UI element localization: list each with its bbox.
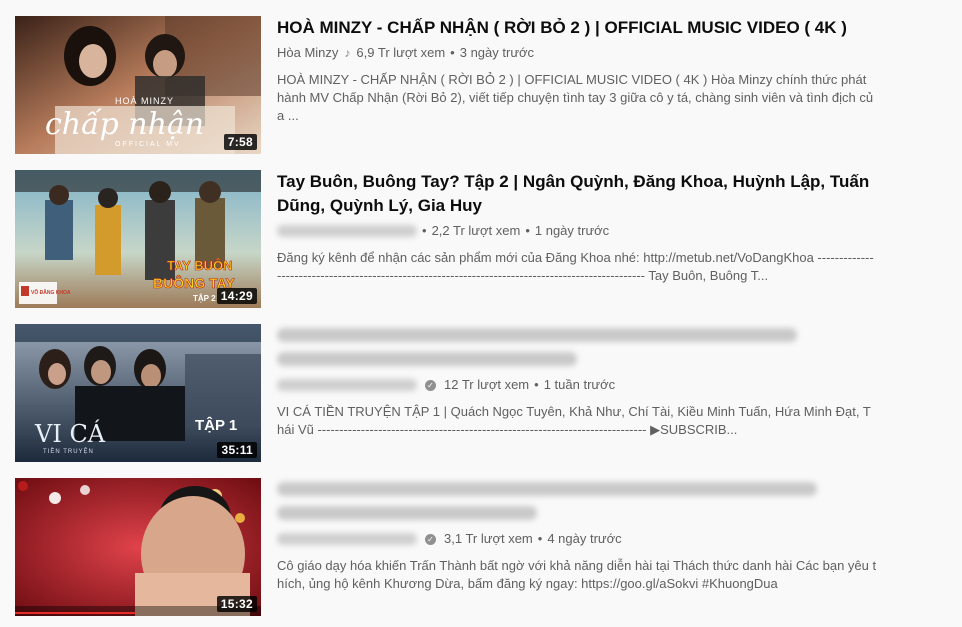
video-thumbnail[interactable]: HOÀ MINZY chấp nhận OFFICIAL MV 7:58 — [15, 16, 261, 154]
video-thumbnail[interactable]: VÕ ĐĂNG KHOA TAY BUÔN BUÔNG TAY TẬP 2 14… — [15, 170, 261, 308]
thumb-title-text: chấp nhận — [45, 107, 204, 142]
upload-age: 1 ngày trước — [534, 223, 610, 238]
view-count: 3,1 Tr lượt xem — [444, 531, 533, 546]
view-count: 12 Tr lượt xem — [444, 377, 530, 392]
duration-badge: 7:58 — [223, 134, 257, 150]
video-title[interactable]: Tay Buôn, Buông Tay? Tập 2 | Ngân Quỳnh,… — [277, 170, 887, 218]
video-meta: ✓ 3,1 Tr lượt xem • 4 ngày trước Cô giáo… — [277, 478, 887, 593]
music-note-icon: ♪ — [344, 46, 351, 60]
video-title-redacted[interactable] — [277, 352, 577, 366]
video-meta: HOÀ MINZY - CHẤP NHẬN ( RỜI BỎ 2 ) | OFF… — [277, 16, 887, 125]
upload-age: 3 ngày trước — [459, 45, 535, 60]
duration-badge: 35:11 — [217, 442, 257, 458]
video-result: VÕ ĐĂNG KHOA TAY BUÔN BUÔNG TAY TẬP 2 14… — [15, 170, 955, 310]
video-meta: Tay Buôn, Buông Tay? Tập 2 | Ngân Quỳnh,… — [277, 170, 887, 285]
video-thumbnail[interactable]: VI CÁ TIỀN TRUYỆN TẬP 1 35:11 — [15, 324, 261, 462]
video-description: Đăng ký kênh để nhận các sản phẩm mới củ… — [277, 250, 874, 283]
thumb-logo-text: VÕ ĐĂNG KHOA — [31, 289, 71, 296]
video-meta: ✓ 12 Tr lượt xem • 1 tuần trước VI CÁ TI… — [277, 324, 887, 439]
thumb-title-a: TAY BUÔN — [167, 258, 233, 273]
video-thumbnail[interactable]: 15:32 — [15, 478, 261, 616]
video-byline: ✓ 3,1 Tr lượt xem • 4 ngày trước — [277, 530, 887, 548]
video-description: VI CÁ TIỀN TRUYỆN TẬP 1 | Quách Ngọc Tuy… — [277, 404, 871, 437]
thumb-sub-text: OFFICIAL MV — [115, 141, 181, 148]
video-description: Cô giáo dạy hóa khiến Trấn Thành bất ngờ… — [277, 558, 877, 591]
video-title-redacted[interactable] — [277, 482, 817, 496]
thumb-title-a: VI CÁ — [34, 419, 106, 448]
video-byline: ✓ 12 Tr lượt xem • 1 tuần trước — [277, 376, 887, 394]
video-result: HOÀ MINZY chấp nhận OFFICIAL MV 7:58 HOÀ… — [15, 16, 955, 156]
video-result: 15:32 ✓ 3,1 Tr lượt xem • 4 ngày trước C… — [15, 478, 955, 618]
duration-badge: 15:32 — [216, 596, 257, 612]
video-byline: Hòa Minzy ♪ 6,9 Tr lượt xem • 3 ngày trư… — [277, 44, 887, 62]
channel-name-redacted[interactable] — [277, 379, 417, 391]
view-count: 2,2 Tr lượt xem — [431, 223, 521, 238]
thumb-episode: TẬP 2 — [193, 294, 216, 303]
channel-name[interactable]: Hòa Minzy — [277, 44, 338, 62]
upload-age: 1 tuần trước — [543, 377, 616, 392]
separator-dot: • — [525, 223, 530, 238]
channel-name-redacted[interactable] — [277, 533, 417, 545]
channel-name-redacted[interactable] — [277, 225, 417, 237]
video-result: VI CÁ TIỀN TRUYỆN TẬP 1 35:11 ✓ 12 Tr lư… — [15, 324, 955, 464]
verified-check-icon: ✓ — [425, 379, 436, 391]
view-count: 6,9 Tr lượt xem — [356, 45, 446, 60]
video-description: HOÀ MINZY - CHẤP NHẬN ( RỜI BỎ 2 ) | OFF… — [277, 72, 874, 123]
video-title-redacted[interactable] — [277, 328, 797, 342]
verified-check-icon: ✓ — [425, 533, 436, 545]
video-byline: • 2,2 Tr lượt xem • 1 ngày trước — [277, 222, 887, 240]
video-title-redacted[interactable] — [277, 506, 537, 520]
separator-dot: • — [422, 223, 427, 238]
thumb-title-b: TIỀN TRUYỆN — [43, 447, 94, 455]
thumb-episode: TẬP 1 — [195, 416, 237, 434]
video-results-list: HOÀ MINZY chấp nhận OFFICIAL MV 7:58 HOÀ… — [0, 0, 962, 627]
upload-age: 4 ngày trước — [547, 531, 622, 546]
thumb-artist-text: HOÀ MINZY — [115, 96, 174, 106]
separator-dot: • — [450, 45, 455, 60]
separator-dot: • — [537, 531, 543, 546]
duration-badge: 14:29 — [216, 288, 257, 304]
video-title[interactable]: HOÀ MINZY - CHẤP NHẬN ( RỜI BỎ 2 ) | OFF… — [277, 16, 887, 40]
separator-dot: • — [534, 377, 539, 392]
